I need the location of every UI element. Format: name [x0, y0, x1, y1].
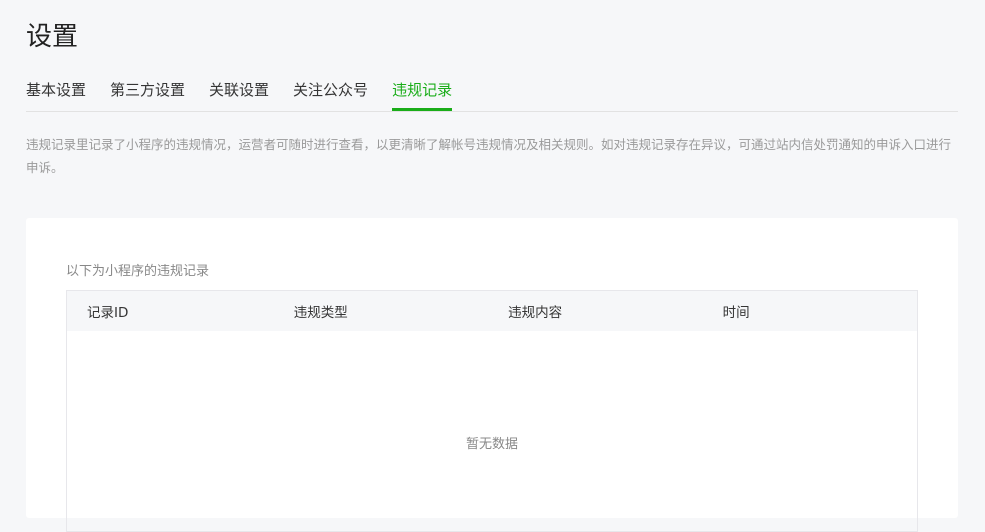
tab-basic-settings[interactable]: 基本设置 [26, 78, 86, 110]
description: 违规记录里记录了小程序的违规情况，运营者可随时进行查看，以更清晰了解帐号违规情况… [26, 137, 952, 175]
records-card: 以下为小程序的违规记录 记录ID 违规类型 违规内容 时间 暂无数据 [26, 218, 958, 532]
tab-linked-settings[interactable]: 关联设置 [209, 78, 269, 110]
records-table: 记录ID 违规类型 违规内容 时间 暂无数据 [66, 290, 918, 532]
column-header-record-id: 记录ID [87, 305, 129, 321]
records-caption: 以下为小程序的违规记录 [66, 264, 210, 279]
page-title: 设置 [26, 22, 79, 52]
tab-bar: 基本设置 第三方设置 关联设置 关注公众号 违规记录 [26, 78, 958, 112]
tab-violation-records[interactable]: 违规记录 [392, 78, 453, 111]
empty-state: 暂无数据 [465, 437, 518, 452]
tab-third-party-settings[interactable]: 第三方设置 [110, 78, 185, 110]
table-header: 记录ID 违规类型 违规内容 时间 [67, 291, 917, 331]
column-header-time: 时间 [722, 305, 750, 321]
column-header-violation-type: 违规类型 [293, 305, 348, 321]
tab-follow-official-account[interactable]: 关注公众号 [293, 78, 368, 110]
column-header-violation-content: 违规内容 [508, 305, 563, 321]
